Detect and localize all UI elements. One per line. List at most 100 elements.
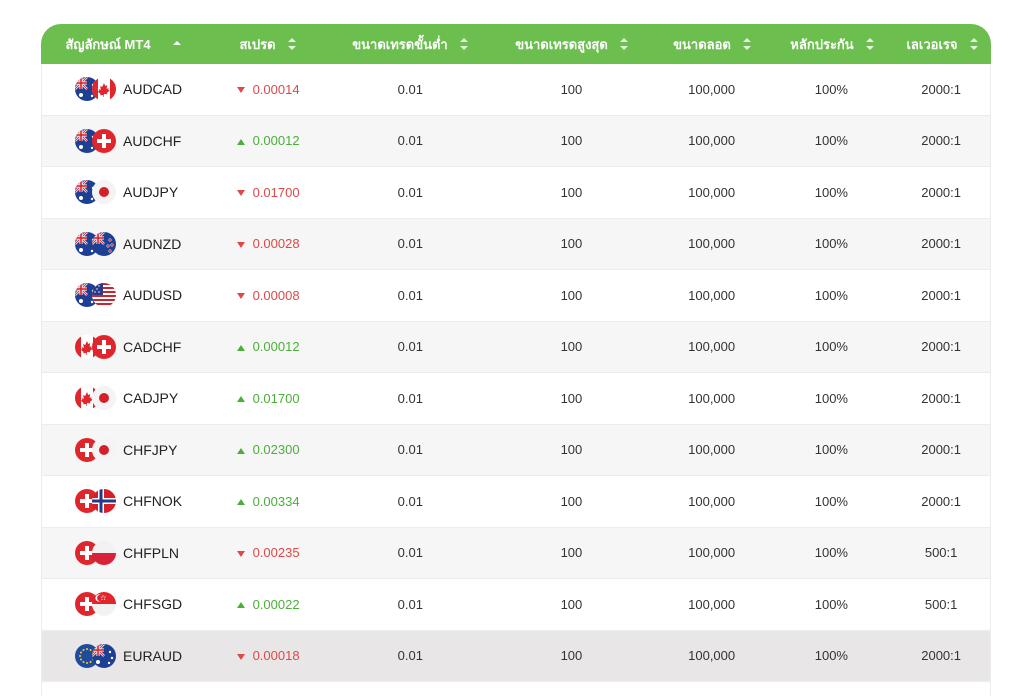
table-row[interactable]: CADJPY 0.01700 0.01 100 100,000 100% 2000:1 (41, 373, 991, 425)
currency-flags (75, 437, 117, 462)
lot-size-cell: 100,000 (688, 648, 736, 664)
min-trade-cell: 0.01 (397, 442, 423, 458)
currency-flags (75, 540, 117, 565)
column-header-symbol[interactable]: สัญลักษณ์ MT4 (41, 24, 205, 64)
symbol-text: CHFSGD (123, 596, 183, 613)
max-trade-cell: 100 (560, 442, 583, 458)
poland-flag-icon (92, 540, 116, 565)
column-header-leverage[interactable]: เลเวอเรจ (893, 24, 991, 64)
currency-flags (75, 128, 117, 153)
margin-cell: 100% (814, 339, 848, 355)
triangle-up-icon (236, 447, 245, 454)
symbol-cell: AUDNZD (42, 219, 206, 270)
table-row[interactable]: AUDUSD 0.00008 0.01 100 100,000 100% 2000:1 (41, 270, 991, 322)
table-row[interactable]: AUDCAD 0.00014 0.01 100 100,000 100% 2000:1 (41, 64, 991, 116)
min-trade-cell: 0.01 (397, 81, 423, 97)
symbol-cell: CHFSGD (42, 579, 206, 630)
spread-cell: 0.00028 (206, 219, 331, 270)
symbol-text: CADCHF (123, 338, 182, 355)
margin-cell: 100% (814, 236, 848, 252)
column-header-margin[interactable]: หลักประกัน (771, 24, 893, 64)
table-row[interactable]: AUDJPY 0.01700 0.01 100 100,000 100% 2000:1 (41, 167, 991, 219)
spread-cell: 0.01700 (206, 373, 331, 424)
column-header-label: สเปรด (239, 36, 276, 52)
max-trade-cell: 100 (560, 390, 583, 406)
symbol-text: AUDCHF (123, 132, 182, 149)
column-header-lot-size[interactable]: ขนาดลอต (653, 24, 771, 64)
column-header-spread[interactable]: สเปรด (205, 24, 330, 64)
table-row[interactable]: AUDCHF 0.00012 0.01 100 100,000 100% 2000:1 (41, 115, 991, 167)
margin-cell: 100% (814, 545, 848, 561)
spread-cell: 0.00014 (206, 64, 331, 115)
max-trade-cell: 100 (560, 287, 583, 303)
lot-size-cell: 100,000 (688, 339, 736, 355)
leverage-cell: 2000:1 (921, 236, 961, 252)
margin-cell: 100% (814, 493, 848, 509)
spread-value: 0.00018 (252, 648, 300, 664)
min-trade-cell: 0.01 (397, 236, 423, 252)
spread-value: 0.00012 (252, 339, 300, 355)
leverage-cell: 2000:1 (921, 339, 961, 355)
lot-size-cell: 100,000 (688, 184, 736, 200)
table-row[interactable]: CADCHF 0.00012 0.01 100 100,000 100% 2000:1 (41, 321, 991, 373)
sort-icon (287, 38, 296, 50)
table-row[interactable]: AUDNZD 0.00028 0.01 100 100,000 100% 2000:1 (41, 218, 991, 270)
sort-ascending-icon (172, 41, 181, 47)
triangle-down-icon (236, 241, 245, 248)
table-row[interactable]: CHFPLN 0.00235 0.01 100 100,000 100% 500:1 (41, 527, 991, 579)
australia-flag-icon (92, 643, 116, 668)
table-row[interactable]: CHFJPY 0.02300 0.01 100 100,000 100% 2000:1 (41, 424, 991, 476)
symbol-cell: CHFNOK (42, 476, 206, 527)
sort-icon (865, 38, 874, 50)
margin-cell: 100% (814, 287, 848, 303)
table-next-row-partial (41, 680, 991, 696)
min-trade-cell: 0.01 (397, 390, 423, 406)
sort-icon (459, 38, 468, 50)
currency-flags (75, 386, 117, 411)
symbol-text: AUDNZD (123, 235, 182, 252)
lot-size-cell: 100,000 (688, 442, 736, 458)
column-header-min-trade[interactable]: ขนาดเทรดขั้นต่ำ (330, 24, 490, 64)
singapore-flag-icon (92, 592, 116, 617)
spread-value: 0.00235 (252, 545, 300, 561)
column-header-label: ขนาดเทรดสูงสุด (515, 36, 608, 52)
currency-flags (75, 489, 117, 514)
spread-cell: 0.02300 (206, 425, 331, 476)
triangle-down-icon (236, 293, 245, 300)
triangle-down-icon (236, 550, 245, 557)
table-row[interactable]: EURAUD 0.00018 0.01 100 100,000 100% 2000:1 (41, 630, 991, 682)
max-trade-cell: 100 (560, 545, 583, 561)
column-header-max-trade[interactable]: ขนาดเทรดสูงสุด (490, 24, 653, 64)
spread-value: 0.01700 (252, 390, 300, 406)
currency-flags (75, 231, 117, 256)
spread-value: 0.00028 (252, 236, 300, 252)
max-trade-cell: 100 (560, 648, 583, 664)
triangle-down-icon (236, 190, 245, 197)
symbol-cell: CHFPLN (42, 528, 206, 579)
margin-cell: 100% (814, 390, 848, 406)
currency-flags (75, 334, 117, 359)
leverage-cell: 2000:1 (921, 184, 961, 200)
symbol-text: CADJPY (123, 390, 179, 407)
symbol-text: AUDCAD (123, 81, 183, 98)
max-trade-cell: 100 (560, 81, 583, 97)
symbol-cell: AUDUSD (42, 270, 206, 321)
sort-icon (969, 38, 978, 50)
margin-cell: 100% (814, 596, 848, 612)
lot-size-cell: 100,000 (688, 390, 736, 406)
sort-icon (619, 38, 628, 50)
min-trade-cell: 0.01 (397, 339, 423, 355)
symbol-cell: AUDCHF (42, 116, 206, 167)
table-row[interactable]: CHFSGD 0.00022 0.01 100 100,000 100% 500:1 (41, 579, 991, 631)
column-header-label: เลเวอเรจ (906, 36, 958, 52)
symbol-cell: AUDJPY (42, 167, 206, 218)
spread-value: 0.00014 (252, 81, 300, 97)
instruments-table: สัญลักษณ์ MT4 สเปรด ขนาดเทรดขั้นต่ำ ขนาด… (41, 24, 991, 682)
table-row[interactable]: CHFNOK 0.00334 0.01 100 100,000 100% 2000:1 (41, 476, 991, 528)
leverage-cell: 2000:1 (921, 648, 961, 664)
symbol-text: CHFJPY (123, 441, 178, 458)
max-trade-cell: 100 (560, 236, 583, 252)
max-trade-cell: 100 (560, 133, 583, 149)
margin-cell: 100% (814, 442, 848, 458)
leverage-cell: 500:1 (924, 596, 958, 612)
